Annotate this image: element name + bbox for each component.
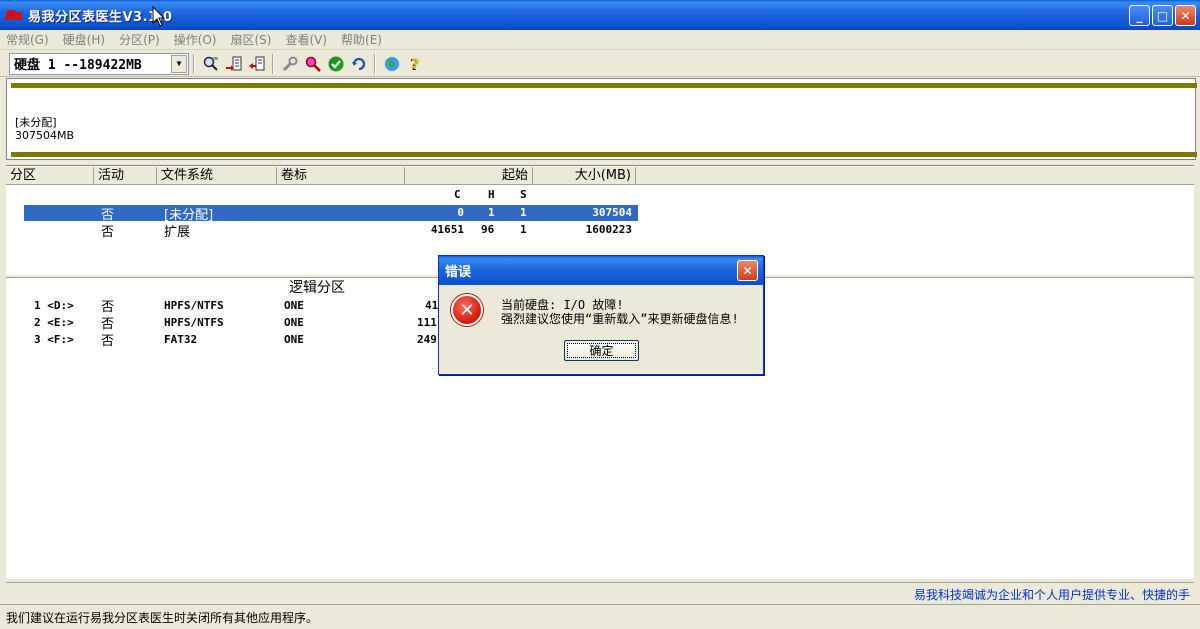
logical-row-part[interactable]: 3 <F:> [34,333,74,346]
window-title: 易我分区表医生V3.1.0 [28,9,173,25]
logical-row-vol: ONE [284,333,304,346]
logical-row-part[interactable]: 1 <D:> [34,299,74,312]
row-s: 1 [520,223,527,236]
disk-map: [未分配] 307504MB [6,78,1197,160]
info-bar: 易我科技竭诚为企业和个人用户提供专业、快捷的手 [6,582,1194,602]
promo-link[interactable]: 易我科技竭诚为企业和个人用户提供专业、快捷的手 [914,586,1190,602]
dialog-close-button[interactable]: ✕ [737,260,758,281]
logical-row-active: 否 [101,334,115,349]
mouse-cursor-icon [152,6,166,27]
sub-header-s: S [520,188,527,201]
chevron-down-icon[interactable]: ▼ [171,54,187,73]
toolbar-separator [272,53,274,74]
menu-bar: 常规(G) 硬盘(H) 分区(P) 操作(O) 扇区(S) 查看(V) 帮助(E… [0,30,1200,50]
row-size: 307504 [592,206,632,219]
sub-header-c: C [454,188,461,201]
menu-sector[interactable]: 扇区(S) [230,31,271,48]
minimize-button[interactable]: _ [1129,5,1150,26]
menu-disk[interactable]: 硬盘(H) [63,31,105,48]
dialog-message-line1: 当前硬盘: I/O 故障! [501,298,624,312]
col-header-filesystem[interactable]: 文件系统 [157,167,277,185]
col-header-active[interactable]: 活动 [94,167,157,185]
refresh-icon[interactable] [348,53,370,75]
logical-row-fs: HPFS/NTFS [164,316,224,329]
error-dialog: 错误 ✕ ✕ 当前硬盘: I/O 故障! 强烈建议您使用“重新载入”来更新硬盘信… [438,255,764,375]
dialog-title: 错误 [445,265,472,280]
segment-label: [未分配] [15,116,57,129]
row-filesystem: 扩展 [164,225,191,240]
toolbar: 硬盘 1 --189422MB ▼ ?? [0,51,1200,77]
status-bar: 我们建议在运行易我分区表医生时关闭所有其他应用程序。 [0,604,1200,629]
menu-view[interactable]: 查看(V) [285,31,327,48]
row-c: 0 [457,206,464,219]
sub-header-h: H [488,188,495,201]
web-icon[interactable] [381,53,403,75]
logical-row-c: 41 [425,299,439,312]
close-button[interactable]: ✕ [1175,5,1196,26]
svg-text:?: ? [411,57,419,73]
menu-general[interactable]: 常规(G) [6,31,49,48]
check-icon[interactable] [325,53,347,75]
segment-size: 307504MB [15,129,75,142]
toolbar-separator [193,53,195,74]
col-header-partition[interactable]: 分区 [6,167,94,185]
toolbar-separator [374,53,376,74]
row-h: 1 [488,206,495,219]
write-mbr-icon[interactable] [223,53,245,75]
col-header-size[interactable]: 大小(MB) [533,167,636,185]
logical-row-fs: HPFS/NTFS [164,299,224,312]
col-header-start[interactable]: 起始 [405,167,533,185]
row-h: 96 [481,223,495,236]
restore-icon[interactable] [246,53,268,75]
table-row-selected[interactable] [24,205,638,221]
logical-row-c: 249 [417,333,437,346]
menu-help[interactable]: 帮助(E) [341,31,382,48]
logical-row-c: 111 [417,316,437,329]
menu-partition[interactable]: 分区(P) [119,31,160,48]
find-icon[interactable] [302,53,324,75]
section-title: 逻辑分区 [289,280,345,296]
dialog-title-bar[interactable]: 错误 [439,256,763,285]
error-icon: ✕ [451,294,483,326]
maximize-button[interactable]: □ [1152,5,1173,26]
disk-select-value: 硬盘 1 --189422MB [14,58,142,73]
logical-row-fs: FAT32 [164,333,198,346]
tools-icon[interactable] [279,53,301,75]
col-header-volume[interactable]: 卷标 [277,167,405,185]
dialog-message: 当前硬盘: I/O 故障! 强烈建议您使用“重新载入”来更新硬盘信息! [501,298,739,326]
disk-select[interactable]: 硬盘 1 --189422MB ▼ [9,52,189,75]
title-bar[interactable]: 易我分区表医生V3.1.0 _ □ ✕ [0,0,1200,30]
logical-row-vol: ONE [284,299,304,312]
row-active: 否 [101,225,115,240]
dialog-message-line2: 强烈建议您使用“重新载入”来更新硬盘信息! [501,312,739,326]
row-c: 41651 [430,223,464,236]
unallocated-segment[interactable]: [未分配] 307504MB [11,83,1197,157]
help-icon[interactable]: ?? [404,53,426,75]
menu-operation[interactable]: 操作(O) [174,31,217,48]
row-s: 1 [520,206,527,219]
app-logo-icon [4,8,22,22]
row-size: 1600223 [585,223,632,236]
logical-row-part[interactable]: 2 <E:> [34,316,74,329]
search-disk-icon[interactable] [200,53,222,75]
status-text: 我们建议在运行易我分区表医生时关闭所有其他应用程序。 [6,611,319,625]
logical-row-vol: ONE [284,316,304,329]
ok-button[interactable]: 确定 [564,340,639,361]
